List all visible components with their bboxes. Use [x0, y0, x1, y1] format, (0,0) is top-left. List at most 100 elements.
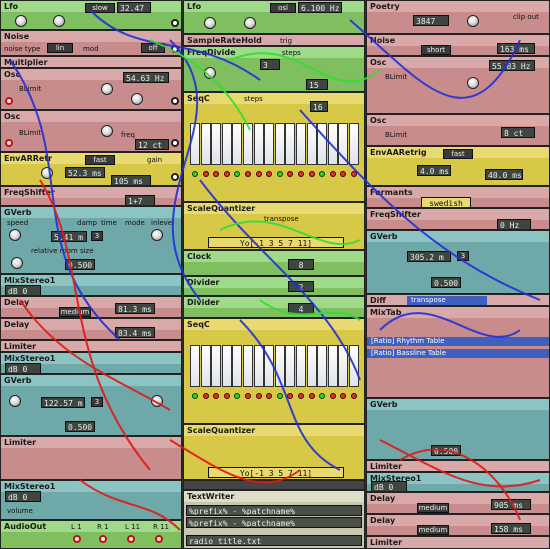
output-jack[interactable] [171, 97, 179, 105]
right-1-jack[interactable] [99, 535, 107, 543]
step-column[interactable] [221, 345, 232, 387]
module-scale-quantizer-2[interactable]: ScaleQuantizer Yo[-1 3 5 7 11] [183, 424, 365, 480]
step-column[interactable] [190, 123, 200, 165]
step-columns[interactable] [184, 93, 364, 201]
step-column[interactable] [211, 123, 222, 165]
module-text-writer[interactable]: TextWriter %prefix% - %patchname% %prefi… [183, 490, 365, 549]
module-delay-3[interactable]: Delay medium 905 ms [366, 492, 550, 514]
speed-knob[interactable] [467, 15, 479, 27]
module-osc-4[interactable]: Osc BLimit 8 ct [366, 114, 550, 146]
vowel-display[interactable]: swedish [421, 197, 471, 207]
module-clock[interactable]: Clock 8 [183, 250, 365, 276]
module-samplerate-hold[interactable]: SampleRateHold trig [183, 34, 365, 46]
noise-type-button[interactable]: short [421, 45, 451, 55]
step-column[interactable] [327, 345, 338, 387]
step-column[interactable] [338, 123, 349, 165]
mode-button[interactable]: fast [85, 155, 115, 165]
file-name[interactable]: radio title.txt [186, 535, 362, 546]
input-jack[interactable] [5, 139, 13, 147]
step-column[interactable] [327, 123, 338, 165]
module-lfo-2[interactable]: Lfo osl 6.100 Hz [183, 0, 365, 34]
step-column[interactable] [306, 123, 317, 165]
module-delay-1[interactable]: Delay medium 81.3 ms [0, 296, 182, 318]
module-noise[interactable]: Noise noise type lin mod off [0, 30, 182, 56]
phase-knob[interactable] [244, 17, 256, 29]
left-1-jack[interactable] [73, 535, 81, 543]
rate-button[interactable]: slow [85, 3, 115, 13]
right-11-jack[interactable] [155, 535, 163, 543]
divide-knob[interactable] [204, 67, 216, 79]
inlevel-knob[interactable] [151, 395, 163, 407]
step-column[interactable] [349, 345, 359, 387]
noise-type-button[interactable]: lin [47, 43, 73, 53]
inlevel-knob[interactable] [151, 229, 163, 241]
module-mixstereo-1[interactable]: MixStereo1 dB 0 [0, 274, 182, 296]
transpose-bar[interactable]: transpose [407, 296, 487, 305]
module-env-ar-retrig-2[interactable]: EnvAARetrig fast 4.0 ms 40.0 ms [366, 146, 550, 186]
rhythm-table-bar[interactable]: [Ratio] Rhythm Table [367, 337, 549, 346]
module-divider-2[interactable]: Divider 4 [183, 296, 365, 318]
pitch-knob[interactable] [101, 83, 113, 95]
module-gverb-3[interactable]: GVerb 305.2 m 3 0.500 [366, 230, 550, 294]
step-column[interactable] [232, 345, 243, 387]
module-mixtab[interactable]: MixTab [Ratio] Rhythm Table [Ratio] Bass… [366, 306, 550, 398]
module-diff[interactable]: Diff transpose [366, 294, 550, 306]
module-osc-2[interactable]: Osc BLimit freq 12 ct [0, 110, 182, 152]
module-limiter-4[interactable]: Limiter [366, 536, 550, 549]
bassline-table-bar[interactable]: [Ratio] Bassline Table [367, 349, 549, 358]
step-column[interactable] [285, 345, 296, 387]
roomsize-knob[interactable] [11, 257, 23, 269]
module-sequencer-1[interactable]: SeqC steps 16 [183, 92, 365, 202]
text-line-1[interactable]: %prefix% - %patchname% [186, 505, 362, 516]
pitch-knob[interactable] [101, 125, 113, 137]
module-osc-3[interactable]: Osc BLimit 55.83 Hz [366, 56, 550, 114]
mode-button[interactable]: fast [443, 149, 473, 159]
module-noise-2[interactable]: Noise short 163 ms [366, 34, 550, 56]
input-jack[interactable] [5, 97, 13, 105]
mode-button[interactable]: medium [417, 503, 449, 513]
module-mixstereo-2[interactable]: MixStereo1 dB 0 [0, 352, 182, 374]
step-column[interactable] [349, 123, 359, 165]
module-formants[interactable]: Formants swedish [366, 186, 550, 208]
step-column[interactable] [253, 123, 264, 165]
module-mixstereo-3[interactable]: MixStereo1 dB 0 volume [0, 480, 182, 520]
text-line-2[interactable]: %prefix% - %patchname% [186, 517, 362, 528]
module-limiter-3[interactable]: Limiter [366, 460, 550, 472]
step-column[interactable] [200, 345, 211, 387]
step-column[interactable] [264, 123, 275, 165]
step-column[interactable] [253, 345, 264, 387]
step-column[interactable] [211, 345, 222, 387]
module-env-ar-retrig[interactable]: EnvARRetr fast gain 52.3 ms 105 ms [0, 152, 182, 186]
step-column[interactable] [274, 123, 285, 165]
rate-knob[interactable] [15, 15, 27, 27]
output-jack[interactable] [171, 139, 179, 147]
step-column[interactable] [200, 123, 211, 165]
module-multiplier[interactable]: Multiplier [0, 56, 182, 68]
left-11-jack[interactable] [127, 535, 135, 543]
rate-button[interactable]: osl [270, 3, 296, 13]
rate-knob[interactable] [204, 17, 216, 29]
step-column[interactable] [190, 345, 200, 387]
step-column[interactable] [338, 345, 349, 387]
attack-knob[interactable] [41, 167, 53, 179]
output-jack[interactable] [171, 173, 179, 181]
step-column[interactable] [243, 345, 253, 387]
speed-knob[interactable] [9, 229, 21, 241]
module-gverb-1[interactable]: GVerb speed damp time mode inlevel 5.41 … [0, 206, 182, 274]
module-delay-2[interactable]: Delay 83.4 ms [0, 318, 182, 340]
step-column[interactable] [296, 345, 306, 387]
step-column[interactable] [306, 345, 317, 387]
speed-knob[interactable] [9, 395, 21, 407]
output-jack[interactable] [171, 45, 179, 53]
step-column[interactable] [221, 123, 232, 165]
module-freqshifter-2[interactable]: FreqShifter 0 Hz [366, 208, 550, 230]
step-column[interactable] [285, 123, 296, 165]
module-osc-1[interactable]: Osc BLimit 54.63 Hz [0, 68, 182, 110]
pitch-knob[interactable] [467, 77, 479, 89]
step-column[interactable] [264, 345, 275, 387]
module-freqshifter-1[interactable]: FreqShifter 1+7 [0, 186, 182, 206]
mode-button[interactable]: medium [417, 525, 449, 535]
mode-button[interactable]: 3 [457, 251, 469, 261]
step-column[interactable] [296, 123, 306, 165]
module-audio-out[interactable]: AudioOut L 1 R 1 L 11 R 11 [0, 520, 182, 549]
